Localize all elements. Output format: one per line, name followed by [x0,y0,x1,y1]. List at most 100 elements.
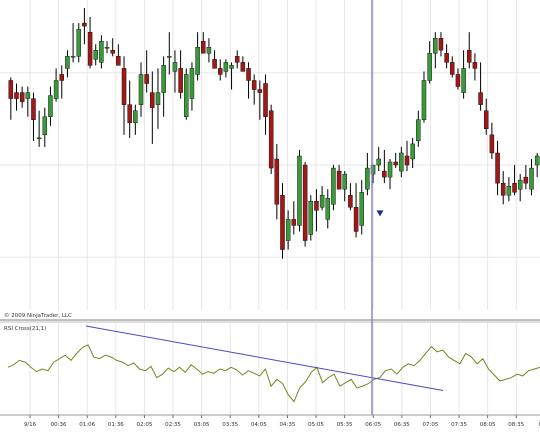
candle-up [138,74,144,105]
candle-down [302,164,308,241]
x-tick-label: 03:05 [194,422,210,428]
candle-up [308,201,314,235]
candle-up [359,192,364,226]
candle-down [59,74,65,81]
candle-up [285,219,291,241]
candle-down [500,182,506,196]
candle-down [467,50,472,63]
candle-down [382,170,387,178]
candle-down [472,62,478,69]
x-tick-label: 04:05 [251,422,267,428]
candle-up [387,161,393,178]
candle-down [257,89,263,93]
candle-down [478,92,483,105]
x-tick-label: 07:35 [451,422,467,428]
candle-down [31,98,36,120]
x-tick-label: 06:05 [365,422,381,428]
candle-up [65,56,70,69]
candle-down [444,53,449,63]
candle-up [433,38,438,54]
candle-up [410,143,415,160]
candle-down [150,92,155,108]
candle-up [189,68,195,99]
candle-down [348,195,353,208]
candle-down [201,41,206,54]
candle-down [495,152,500,184]
candle-up [325,198,331,220]
candle-down [314,201,319,211]
candle-down [512,182,517,193]
candle-up [133,110,138,123]
candle-down [82,22,87,27]
x-tick-label: 05:35 [337,422,353,428]
candle-up [25,92,31,99]
candle-down [280,195,285,250]
candle-up [104,47,110,49]
candle-down [393,161,398,166]
candle-down [116,56,121,66]
candle-up [76,28,81,57]
candle-down [455,74,461,87]
candle-up [529,167,534,190]
candle-up [70,56,76,58]
candle-down [217,68,223,75]
candle-up [506,185,512,196]
candle-up [331,167,336,205]
candle-down [87,31,93,66]
x-tick-label: 04:35 [279,422,295,428]
candle-up [48,95,53,117]
candle-up [223,62,229,72]
candle-down [523,176,529,184]
candle-down [336,170,342,190]
candle-down [240,62,246,72]
candle-up [416,119,421,142]
candle-down [127,104,132,123]
candle-up [195,47,200,75]
x-tick-label: 01:06 [79,422,95,428]
candle-up [155,92,161,105]
candle-up [167,56,172,58]
candle-down [212,59,217,69]
candle-down [268,110,274,169]
candle-down [246,68,251,81]
candle-up [42,116,48,136]
candle-down [274,158,280,205]
candle-down [19,92,25,102]
candle-up [297,155,302,226]
candle-up [534,155,540,166]
indicator-label: RSI Cross(21,1) [4,326,46,332]
candle-up [342,173,347,190]
candle-up [93,50,98,60]
candle-up [461,68,466,93]
candle-down [234,56,240,63]
candle-up [172,62,178,72]
candle-up [53,80,59,99]
candle-down [8,80,14,99]
candle-down [483,110,489,130]
candle-up [376,158,381,166]
candle-down [178,68,183,93]
candle-up [421,80,427,120]
candle-down [121,68,127,105]
candle-up [36,137,42,140]
x-tick-label: 08:05 [480,422,496,428]
x-tick-label: 01:36 [108,422,124,428]
candle-down [450,62,455,75]
candle-down [291,219,297,226]
candle-up [319,195,325,208]
candle-down [14,92,19,99]
x-tick-label: 00:36 [51,422,67,428]
candle-down [438,38,444,51]
candle-down [263,83,268,117]
candle-up [161,65,166,93]
candle-up [229,65,234,69]
x-tick-label: 03:35 [222,422,238,428]
candle-up [517,179,523,190]
x-tick-label: 07:05 [423,422,439,428]
candle-down [404,155,410,166]
candle-up [427,53,432,81]
candle-down [489,134,495,154]
chart-root: 9/16 00:36 01:06 01:36 02:05 02:35 03:05 03:35 0… [0,0,540,440]
copyright-text: © 2009 NinjaTrader, LLC [4,312,72,319]
x-tick-label: 02:05 [136,422,152,428]
